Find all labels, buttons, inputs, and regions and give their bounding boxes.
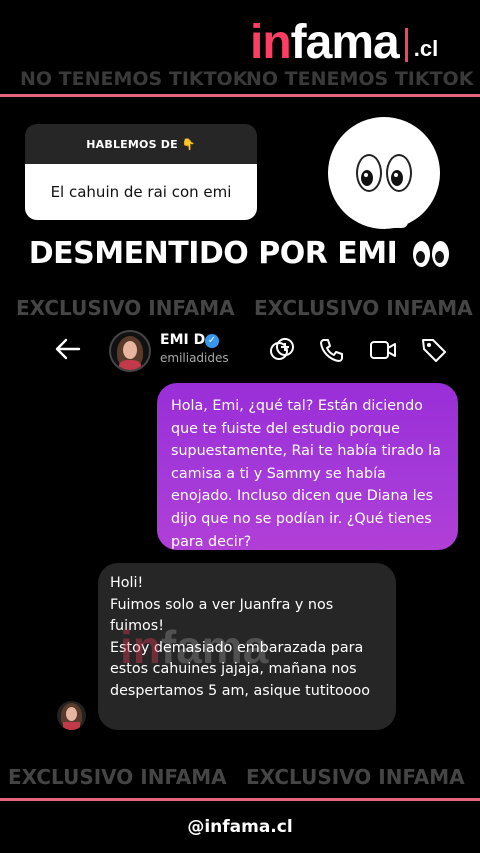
headline-text: DESMENTIDO POR EMI [28,236,398,271]
add-people-icon[interactable] [268,336,296,364]
video-call-icon[interactable] [369,336,397,364]
watermark-bottom-right: EXCLUSIVO INFAMA [246,765,465,789]
question-sticker-body: El cahuin de rai con emi [25,164,257,220]
watermark-top-right: NO TENEMOS TIKTOK [246,68,474,90]
bottom-divider [0,798,480,801]
logo-divider [404,28,408,62]
infama-watermark-logo: infama [120,621,269,673]
watermark-bottom-left: EXCLUSIVO INFAMA [8,765,227,789]
headline: DESMENTIDO POR EMI [0,236,480,271]
avatar[interactable] [109,330,151,372]
contact-name[interactable]: EMI D [160,332,205,348]
infama-logo: in fama .cl [250,18,438,68]
watermark-mid-left: EXCLUSIVO INFAMA [16,296,235,320]
verified-badge-icon: ✓ [205,334,219,348]
back-arrow-icon[interactable] [54,336,82,362]
watermark-top-left: NO TENEMOS TIKTOK [20,68,248,90]
contact-handle[interactable]: emiliadides [160,351,229,365]
sent-message-bubble: Hola, Emi, ¿qué tal? Están diciendo que … [157,383,458,550]
logo-in-text: in [250,16,292,69]
question-sticker: HABLEMOS DE 👇 El cahuin de rai con emi [25,124,257,220]
eyes-emoji-icon [411,240,451,269]
phone-icon[interactable] [318,336,346,364]
eyes-emoji-icon [328,117,440,229]
logo-cl-text: .cl [413,36,439,61]
question-sticker-header: HABLEMOS DE 👇 [25,124,257,164]
footer-handle: @infama.cl [187,817,293,837]
top-divider [0,94,480,97]
watermark-mid-right: EXCLUSIVO INFAMA [254,296,473,320]
logo-fama-text: fama [290,16,400,69]
sender-avatar[interactable] [57,701,86,730]
tag-icon[interactable] [420,336,448,364]
